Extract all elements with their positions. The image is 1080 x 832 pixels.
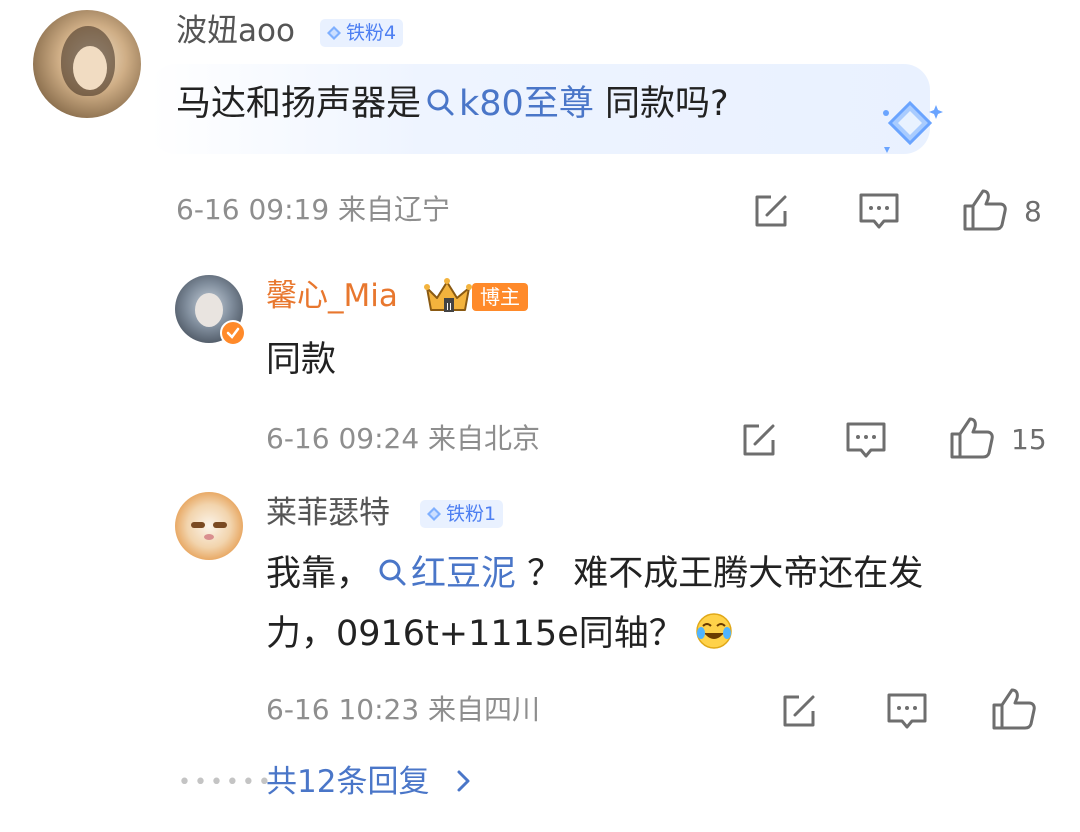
verified-check-icon xyxy=(226,327,240,339)
share-icon[interactable] xyxy=(739,420,779,460)
topic-link[interactable]: 红豆泥 xyxy=(371,554,516,594)
thread-dots: •••••• xyxy=(178,770,274,795)
verified-badge xyxy=(220,320,246,346)
like-count: 8 xyxy=(1024,195,1042,228)
diamond-icon xyxy=(327,26,341,40)
reply-text-line1: 我靠， 红豆泥 ？ 难不成王腾大帝还在发 xyxy=(266,554,924,594)
laugh-cry-emoji-icon xyxy=(695,613,732,649)
blogger-badge: 博主 xyxy=(472,283,528,311)
reply-username[interactable]: 莱菲瑟特 xyxy=(266,493,390,533)
reply-meta: 6-16 09:24 来自北京 xyxy=(266,422,541,455)
reply-meta: 6-16 10:23 来自四川 xyxy=(266,693,541,726)
like-icon[interactable] xyxy=(949,416,995,460)
fan-badge: 铁粉1 xyxy=(420,500,504,528)
share-icon[interactable] xyxy=(751,191,791,231)
avatar[interactable] xyxy=(33,10,141,118)
comment-icon[interactable] xyxy=(858,191,900,231)
crown-icon: II xyxy=(423,276,475,320)
comment-meta: 6-16 09:19 来自辽宁 xyxy=(176,193,451,226)
like-icon[interactable] xyxy=(991,687,1037,731)
reply-username[interactable]: 馨心_Mia xyxy=(266,276,398,316)
search-icon xyxy=(379,559,406,586)
diamond-decoration-icon xyxy=(870,95,950,161)
fan-badge: 铁粉4 xyxy=(320,19,404,47)
comment-icon[interactable] xyxy=(845,420,887,460)
reply-text: 同款 xyxy=(266,340,337,380)
like-icon[interactable] xyxy=(962,188,1008,232)
like-count: 15 xyxy=(1011,423,1047,456)
avatar[interactable] xyxy=(175,492,243,560)
comment-username[interactable]: 波妞aoo xyxy=(176,11,295,51)
topic-link[interactable]: k80至尊 xyxy=(421,84,594,124)
reply-text-line2: 力，0916t+1115e同轴？ xyxy=(266,606,734,662)
svg-text:II: II xyxy=(446,302,452,313)
comment-icon[interactable] xyxy=(886,691,928,731)
chevron-right-icon xyxy=(457,770,470,792)
share-icon[interactable] xyxy=(779,691,819,731)
more-replies-link[interactable]: 共12条回复 xyxy=(266,762,475,802)
comment-text: 马达和扬声器是 k80至尊 同款吗? xyxy=(176,84,729,124)
diamond-icon xyxy=(427,507,441,521)
search-icon xyxy=(427,89,454,116)
